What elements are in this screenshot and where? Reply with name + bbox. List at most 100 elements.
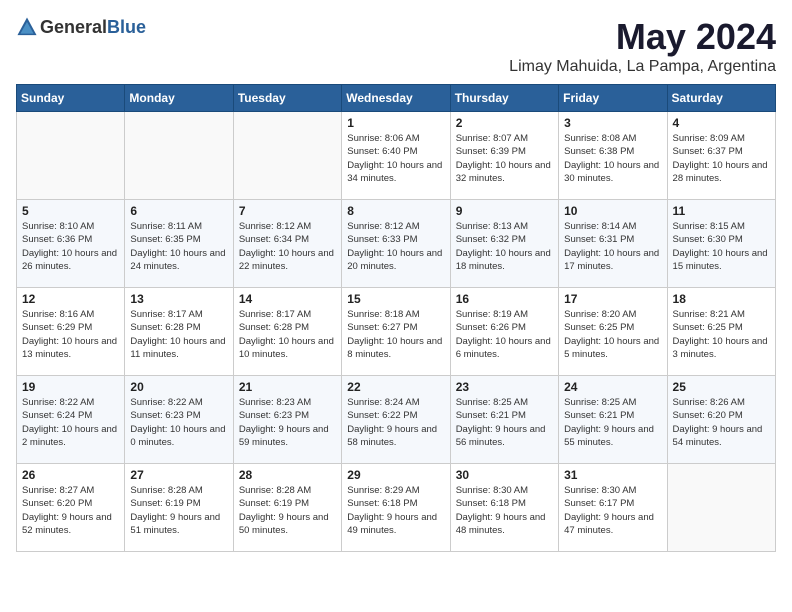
calendar-cell: 10Sunrise: 8:14 AM Sunset: 6:31 PM Dayli… [559, 200, 667, 288]
calendar-cell: 6 Sunrise: 8:11 AM Sunset: 6:35 PM Daylig… [125, 200, 233, 288]
calendar-cell: 18 Sunrise: 8:21 AM Sunset: 6:25 PM Dayli… [667, 288, 775, 376]
day-info: Sunrise: 8:28 AM Sunset: 6:19 PM Dayligh… [130, 484, 227, 537]
calendar-cell [125, 112, 233, 200]
day-info: Sunrise: 8:07 AM Sunset: 6:39 PM Dayligh… [456, 132, 553, 185]
day-info: Sunrise: 8:25 AM Sunset: 6:21 PM Dayligh… [564, 396, 661, 449]
day-info: Sunrise: 8:30 AM Sunset: 6:18 PM Dayligh… [456, 484, 553, 537]
day-number: 15 [347, 292, 444, 306]
calendar-cell: 24Sunrise: 8:25 AM Sunset: 6:21 PM Dayli… [559, 376, 667, 464]
day-info: Sunrise: 8:24 AM Sunset: 6:22 PM Dayligh… [347, 396, 444, 449]
day-info: Sunrise: 8:17 AM Sunset: 6:28 PM Dayligh… [130, 308, 227, 361]
column-header-monday: Monday [125, 85, 233, 112]
calendar-cell: 13 Sunrise: 8:17 AM Sunset: 6:28 PM Dayli… [125, 288, 233, 376]
column-header-tuesday: Tuesday [233, 85, 341, 112]
calendar-cell: 26 Sunrise: 8:27 AM Sunset: 6:20 PM Dayli… [17, 464, 125, 552]
day-info: Sunrise: 8:09 AM Sunset: 6:37 PM Dayligh… [673, 132, 770, 185]
day-number: 6 [130, 204, 227, 218]
day-info: Sunrise: 8:17 AM Sunset: 6:28 PM Dayligh… [239, 308, 336, 361]
day-info: Sunrise: 8:30 AM Sunset: 6:17 PM Dayligh… [564, 484, 661, 537]
day-number: 18 [673, 292, 770, 306]
day-number: 10 [564, 204, 661, 218]
day-number: 4 [673, 116, 770, 130]
calendar-cell: 8 Sunrise: 8:12 AM Sunset: 6:33 PM Daylig… [342, 200, 450, 288]
column-header-wednesday: Wednesday [342, 85, 450, 112]
day-info: Sunrise: 8:06 AM Sunset: 6:40 PM Dayligh… [347, 132, 444, 185]
calendar-cell: 27Sunrise: 8:28 AM Sunset: 6:19 PM Dayli… [125, 464, 233, 552]
calendar-cell: 2Sunrise: 8:07 AM Sunset: 6:39 PM Daylig… [450, 112, 558, 200]
calendar-cell: 14 Sunrise: 8:17 AM Sunset: 6:28 PM Dayli… [233, 288, 341, 376]
day-number: 3 [564, 116, 661, 130]
calendar-table: SundayMondayTuesdayWednesdayThursdayFrid… [16, 84, 776, 552]
week-row-1: 1 Sunrise: 8:06 AM Sunset: 6:40 PM Daylig… [17, 112, 776, 200]
calendar-cell: 7 Sunrise: 8:12 AM Sunset: 6:34 PM Daylig… [233, 200, 341, 288]
calendar-cell: 17Sunrise: 8:20 AM Sunset: 6:25 PM Dayli… [559, 288, 667, 376]
title-block: May 2024 Limay Mahuida, La Pampa, Argent… [509, 16, 776, 76]
day-number: 7 [239, 204, 336, 218]
day-info: Sunrise: 8:12 AM Sunset: 6:33 PM Dayligh… [347, 220, 444, 273]
week-row-4: 19 Sunrise: 8:22 AM Sunset: 6:24 PM Dayli… [17, 376, 776, 464]
day-number: 26 [22, 468, 119, 482]
calendar-cell: 11 Sunrise: 8:15 AM Sunset: 6:30 PM Dayli… [667, 200, 775, 288]
calendar-cell: 16 Sunrise: 8:19 AM Sunset: 6:26 PM Dayli… [450, 288, 558, 376]
calendar-cell: 23 Sunrise: 8:25 AM Sunset: 6:21 PM Dayli… [450, 376, 558, 464]
day-number: 28 [239, 468, 336, 482]
day-info: Sunrise: 8:26 AM Sunset: 6:20 PM Dayligh… [673, 396, 770, 449]
day-number: 1 [347, 116, 444, 130]
column-header-sunday: Sunday [17, 85, 125, 112]
calendar-cell: 22 Sunrise: 8:24 AM Sunset: 6:22 PM Dayli… [342, 376, 450, 464]
day-info: Sunrise: 8:27 AM Sunset: 6:20 PM Dayligh… [22, 484, 119, 537]
day-number: 16 [456, 292, 553, 306]
logo: GeneralBlue [16, 16, 146, 38]
calendar-cell: 25Sunrise: 8:26 AM Sunset: 6:20 PM Dayli… [667, 376, 775, 464]
day-number: 8 [347, 204, 444, 218]
week-row-5: 26 Sunrise: 8:27 AM Sunset: 6:20 PM Dayli… [17, 464, 776, 552]
day-number: 21 [239, 380, 336, 394]
calendar-cell: 19 Sunrise: 8:22 AM Sunset: 6:24 PM Dayli… [17, 376, 125, 464]
day-info: Sunrise: 8:29 AM Sunset: 6:18 PM Dayligh… [347, 484, 444, 537]
logo-general-text: General [40, 17, 107, 37]
week-row-2: 5Sunrise: 8:10 AM Sunset: 6:36 PM Daylig… [17, 200, 776, 288]
day-number: 19 [22, 380, 119, 394]
column-header-saturday: Saturday [667, 85, 775, 112]
calendar-cell [17, 112, 125, 200]
day-number: 11 [673, 204, 770, 218]
day-info: Sunrise: 8:19 AM Sunset: 6:26 PM Dayligh… [456, 308, 553, 361]
day-info: Sunrise: 8:18 AM Sunset: 6:27 PM Dayligh… [347, 308, 444, 361]
calendar-cell: 3Sunrise: 8:08 AM Sunset: 6:38 PM Daylig… [559, 112, 667, 200]
day-number: 13 [130, 292, 227, 306]
day-number: 23 [456, 380, 553, 394]
day-number: 12 [22, 292, 119, 306]
calendar-cell: 28 Sunrise: 8:28 AM Sunset: 6:19 PM Dayli… [233, 464, 341, 552]
month-title: May 2024 [509, 16, 776, 58]
calendar-cell: 4 Sunrise: 8:09 AM Sunset: 6:37 PM Daylig… [667, 112, 775, 200]
page-header: GeneralBlue May 2024 Limay Mahuida, La P… [16, 16, 776, 76]
day-number: 14 [239, 292, 336, 306]
calendar-cell: 20Sunrise: 8:22 AM Sunset: 6:23 PM Dayli… [125, 376, 233, 464]
day-info: Sunrise: 8:25 AM Sunset: 6:21 PM Dayligh… [456, 396, 553, 449]
calendar-cell: 15 Sunrise: 8:18 AM Sunset: 6:27 PM Dayli… [342, 288, 450, 376]
day-info: Sunrise: 8:12 AM Sunset: 6:34 PM Dayligh… [239, 220, 336, 273]
calendar-cell: 29 Sunrise: 8:29 AM Sunset: 6:18 PM Dayli… [342, 464, 450, 552]
day-info: Sunrise: 8:28 AM Sunset: 6:19 PM Dayligh… [239, 484, 336, 537]
header-row: SundayMondayTuesdayWednesdayThursdayFrid… [17, 85, 776, 112]
day-number: 22 [347, 380, 444, 394]
day-number: 17 [564, 292, 661, 306]
day-info: Sunrise: 8:11 AM Sunset: 6:35 PM Dayligh… [130, 220, 227, 273]
logo-blue-text: Blue [107, 17, 146, 37]
day-number: 20 [130, 380, 227, 394]
day-info: Sunrise: 8:15 AM Sunset: 6:30 PM Dayligh… [673, 220, 770, 273]
day-number: 5 [22, 204, 119, 218]
column-header-friday: Friday [559, 85, 667, 112]
day-info: Sunrise: 8:13 AM Sunset: 6:32 PM Dayligh… [456, 220, 553, 273]
calendar-cell [233, 112, 341, 200]
calendar-cell: 21 Sunrise: 8:23 AM Sunset: 6:23 PM Dayli… [233, 376, 341, 464]
day-number: 29 [347, 468, 444, 482]
day-number: 30 [456, 468, 553, 482]
calendar-cell: 12Sunrise: 8:16 AM Sunset: 6:29 PM Dayli… [17, 288, 125, 376]
calendar-cell: 30 Sunrise: 8:30 AM Sunset: 6:18 PM Dayli… [450, 464, 558, 552]
day-info: Sunrise: 8:22 AM Sunset: 6:24 PM Dayligh… [22, 396, 119, 449]
day-number: 31 [564, 468, 661, 482]
day-info: Sunrise: 8:21 AM Sunset: 6:25 PM Dayligh… [673, 308, 770, 361]
day-info: Sunrise: 8:23 AM Sunset: 6:23 PM Dayligh… [239, 396, 336, 449]
day-number: 9 [456, 204, 553, 218]
